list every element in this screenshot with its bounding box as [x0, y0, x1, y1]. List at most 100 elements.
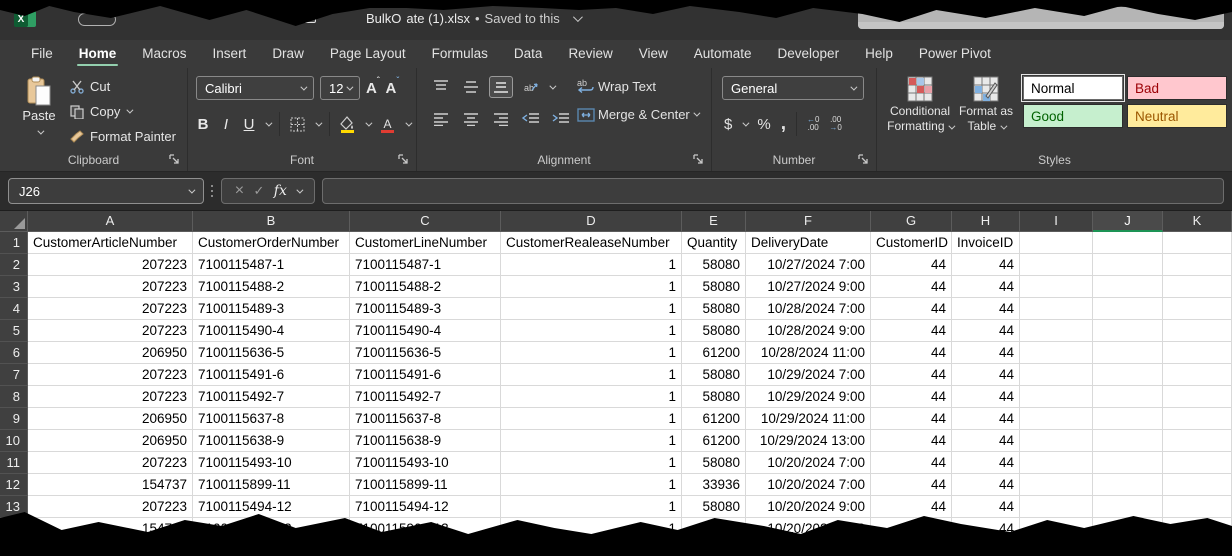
bold-button[interactable]: B [196, 116, 210, 133]
cell-style-bad[interactable]: Bad [1127, 76, 1227, 100]
row-number-6[interactable]: 6 [0, 342, 28, 364]
cell-D11[interactable]: 1 [501, 452, 682, 474]
row-number-12[interactable]: 12 [0, 474, 28, 496]
cell-style-good[interactable]: Good [1023, 104, 1123, 128]
underline-chevron-icon[interactable] [265, 119, 272, 126]
wrap-text-button[interactable]: ab Wrap Text [577, 78, 698, 94]
insert-function-button[interactable]: fx [274, 183, 287, 199]
align-right-button[interactable] [489, 108, 513, 130]
cell-E13[interactable]: 58080 [682, 496, 746, 518]
cell-D14[interactable]: 1 [501, 518, 682, 540]
cell-J13[interactable] [1093, 496, 1163, 518]
font-color-button[interactable]: A [379, 116, 396, 133]
cell-D3[interactable]: 1 [501, 276, 682, 298]
cell-E10[interactable]: 61200 [682, 430, 746, 452]
tab-home[interactable]: Home [66, 40, 130, 68]
cell-G6[interactable]: 44 [871, 342, 952, 364]
cell-H7[interactable]: 44 [952, 364, 1020, 386]
cell-I13[interactable] [1020, 496, 1093, 518]
font-size-combo[interactable]: 12 [320, 76, 360, 100]
bottom-align-button[interactable] [489, 76, 513, 98]
cell-D2[interactable]: 1 [501, 254, 682, 276]
tab-macros[interactable]: Macros [129, 40, 199, 68]
cell-E7[interactable]: 58080 [682, 364, 746, 386]
cell-J11[interactable] [1093, 452, 1163, 474]
cell-J7[interactable] [1093, 364, 1163, 386]
middle-align-button[interactable] [459, 76, 483, 98]
font-name-combo[interactable]: Calibri [196, 76, 314, 100]
cell-H12[interactable]: 44 [952, 474, 1020, 496]
increase-indent-button[interactable] [549, 108, 573, 130]
cell-J12[interactable] [1093, 474, 1163, 496]
column-header-E[interactable]: E [682, 211, 746, 232]
cell-A1[interactable]: CustomerArticleNumber [28, 232, 193, 254]
cell-G9[interactable]: 44 [871, 408, 952, 430]
cell-C8[interactable]: 7100115492-7 [350, 386, 501, 408]
cell-K2[interactable] [1163, 254, 1232, 276]
accounting-chevron-icon[interactable] [743, 119, 750, 126]
cell-F6[interactable]: 10/28/2024 11:00 [746, 342, 871, 364]
cell-G1[interactable]: CustomerID [871, 232, 952, 254]
row-number-11[interactable]: 11 [0, 452, 28, 474]
cut-button[interactable]: Cut [70, 76, 176, 97]
row-number-7[interactable]: 7 [0, 364, 28, 386]
cell-F1[interactable]: DeliveryDate [746, 232, 871, 254]
cell-J4[interactable] [1093, 298, 1163, 320]
cell-G14[interactable]: 44 [871, 518, 952, 540]
cell-H6[interactable]: 44 [952, 342, 1020, 364]
column-header-J[interactable]: J [1093, 211, 1163, 232]
cell-H14[interactable]: 44 [952, 518, 1020, 540]
clipboard-dialog-launcher-icon[interactable] [169, 154, 181, 166]
cell-G13[interactable]: 44 [871, 496, 952, 518]
cell-C3[interactable]: 7100115488-2 [350, 276, 501, 298]
cell-E5[interactable]: 58080 [682, 320, 746, 342]
cell-F10[interactable]: 10/29/2024 13:00 [746, 430, 871, 452]
copy-chevron-down-icon[interactable] [127, 107, 134, 114]
cell-D7[interactable]: 1 [501, 364, 682, 386]
cell-F2[interactable]: 10/27/2024 7:00 [746, 254, 871, 276]
column-header-I[interactable]: I [1020, 211, 1093, 232]
decrease-font-size-button[interactable]: Aˇ [386, 80, 400, 97]
paste-button[interactable]: Paste [16, 76, 62, 138]
cell-G11[interactable]: 44 [871, 452, 952, 474]
cell-I7[interactable] [1020, 364, 1093, 386]
orientation-chevron-icon[interactable] [549, 82, 556, 89]
tab-page-layout[interactable]: Page Layout [317, 40, 419, 68]
cell-J14[interactable] [1093, 518, 1163, 540]
row-number-3[interactable]: 3 [0, 276, 28, 298]
cell-I1[interactable] [1020, 232, 1093, 254]
paste-chevron-down-icon[interactable] [37, 128, 44, 135]
cell-A11[interactable]: 207223 [28, 452, 193, 474]
cell-C4[interactable]: 7100115489-3 [350, 298, 501, 320]
cell-G4[interactable]: 44 [871, 298, 952, 320]
cell-C10[interactable]: 7100115638-9 [350, 430, 501, 452]
cell-K8[interactable] [1163, 386, 1232, 408]
cell-A13[interactable]: 207223 [28, 496, 193, 518]
column-header-K[interactable]: K [1163, 211, 1232, 232]
borders-chevron-icon[interactable] [315, 119, 322, 126]
cell-K1[interactable] [1163, 232, 1232, 254]
cell-A12[interactable]: 154737 [28, 474, 193, 496]
cell-K11[interactable] [1163, 452, 1232, 474]
cell-B12[interactable]: 7100115899-11 [193, 474, 350, 496]
cell-E12[interactable]: 33936 [682, 474, 746, 496]
cell-C9[interactable]: 7100115637-8 [350, 408, 501, 430]
cell-C11[interactable]: 7100115493-10 [350, 452, 501, 474]
cell-H8[interactable]: 44 [952, 386, 1020, 408]
cell-F12[interactable]: 10/20/2024 7:00 [746, 474, 871, 496]
cell-H2[interactable]: 44 [952, 254, 1020, 276]
number-format-combo[interactable]: General [722, 76, 864, 100]
cell-E9[interactable]: 61200 [682, 408, 746, 430]
cell-A8[interactable]: 207223 [28, 386, 193, 408]
cell-H10[interactable]: 44 [952, 430, 1020, 452]
quick-access-toolbar[interactable] [78, 13, 116, 26]
cell-I11[interactable] [1020, 452, 1093, 474]
cell-C2[interactable]: 7100115487-1 [350, 254, 501, 276]
formula-bar-drag-handle[interactable] [211, 185, 213, 197]
column-header-G[interactable]: G [871, 211, 952, 232]
cell-D8[interactable]: 1 [501, 386, 682, 408]
tab-insert[interactable]: Insert [200, 40, 260, 68]
format-as-table-button[interactable]: Format as Table [953, 76, 1019, 134]
number-dialog-launcher-icon[interactable] [858, 154, 870, 166]
cell-C13[interactable]: 7100115494-12 [350, 496, 501, 518]
